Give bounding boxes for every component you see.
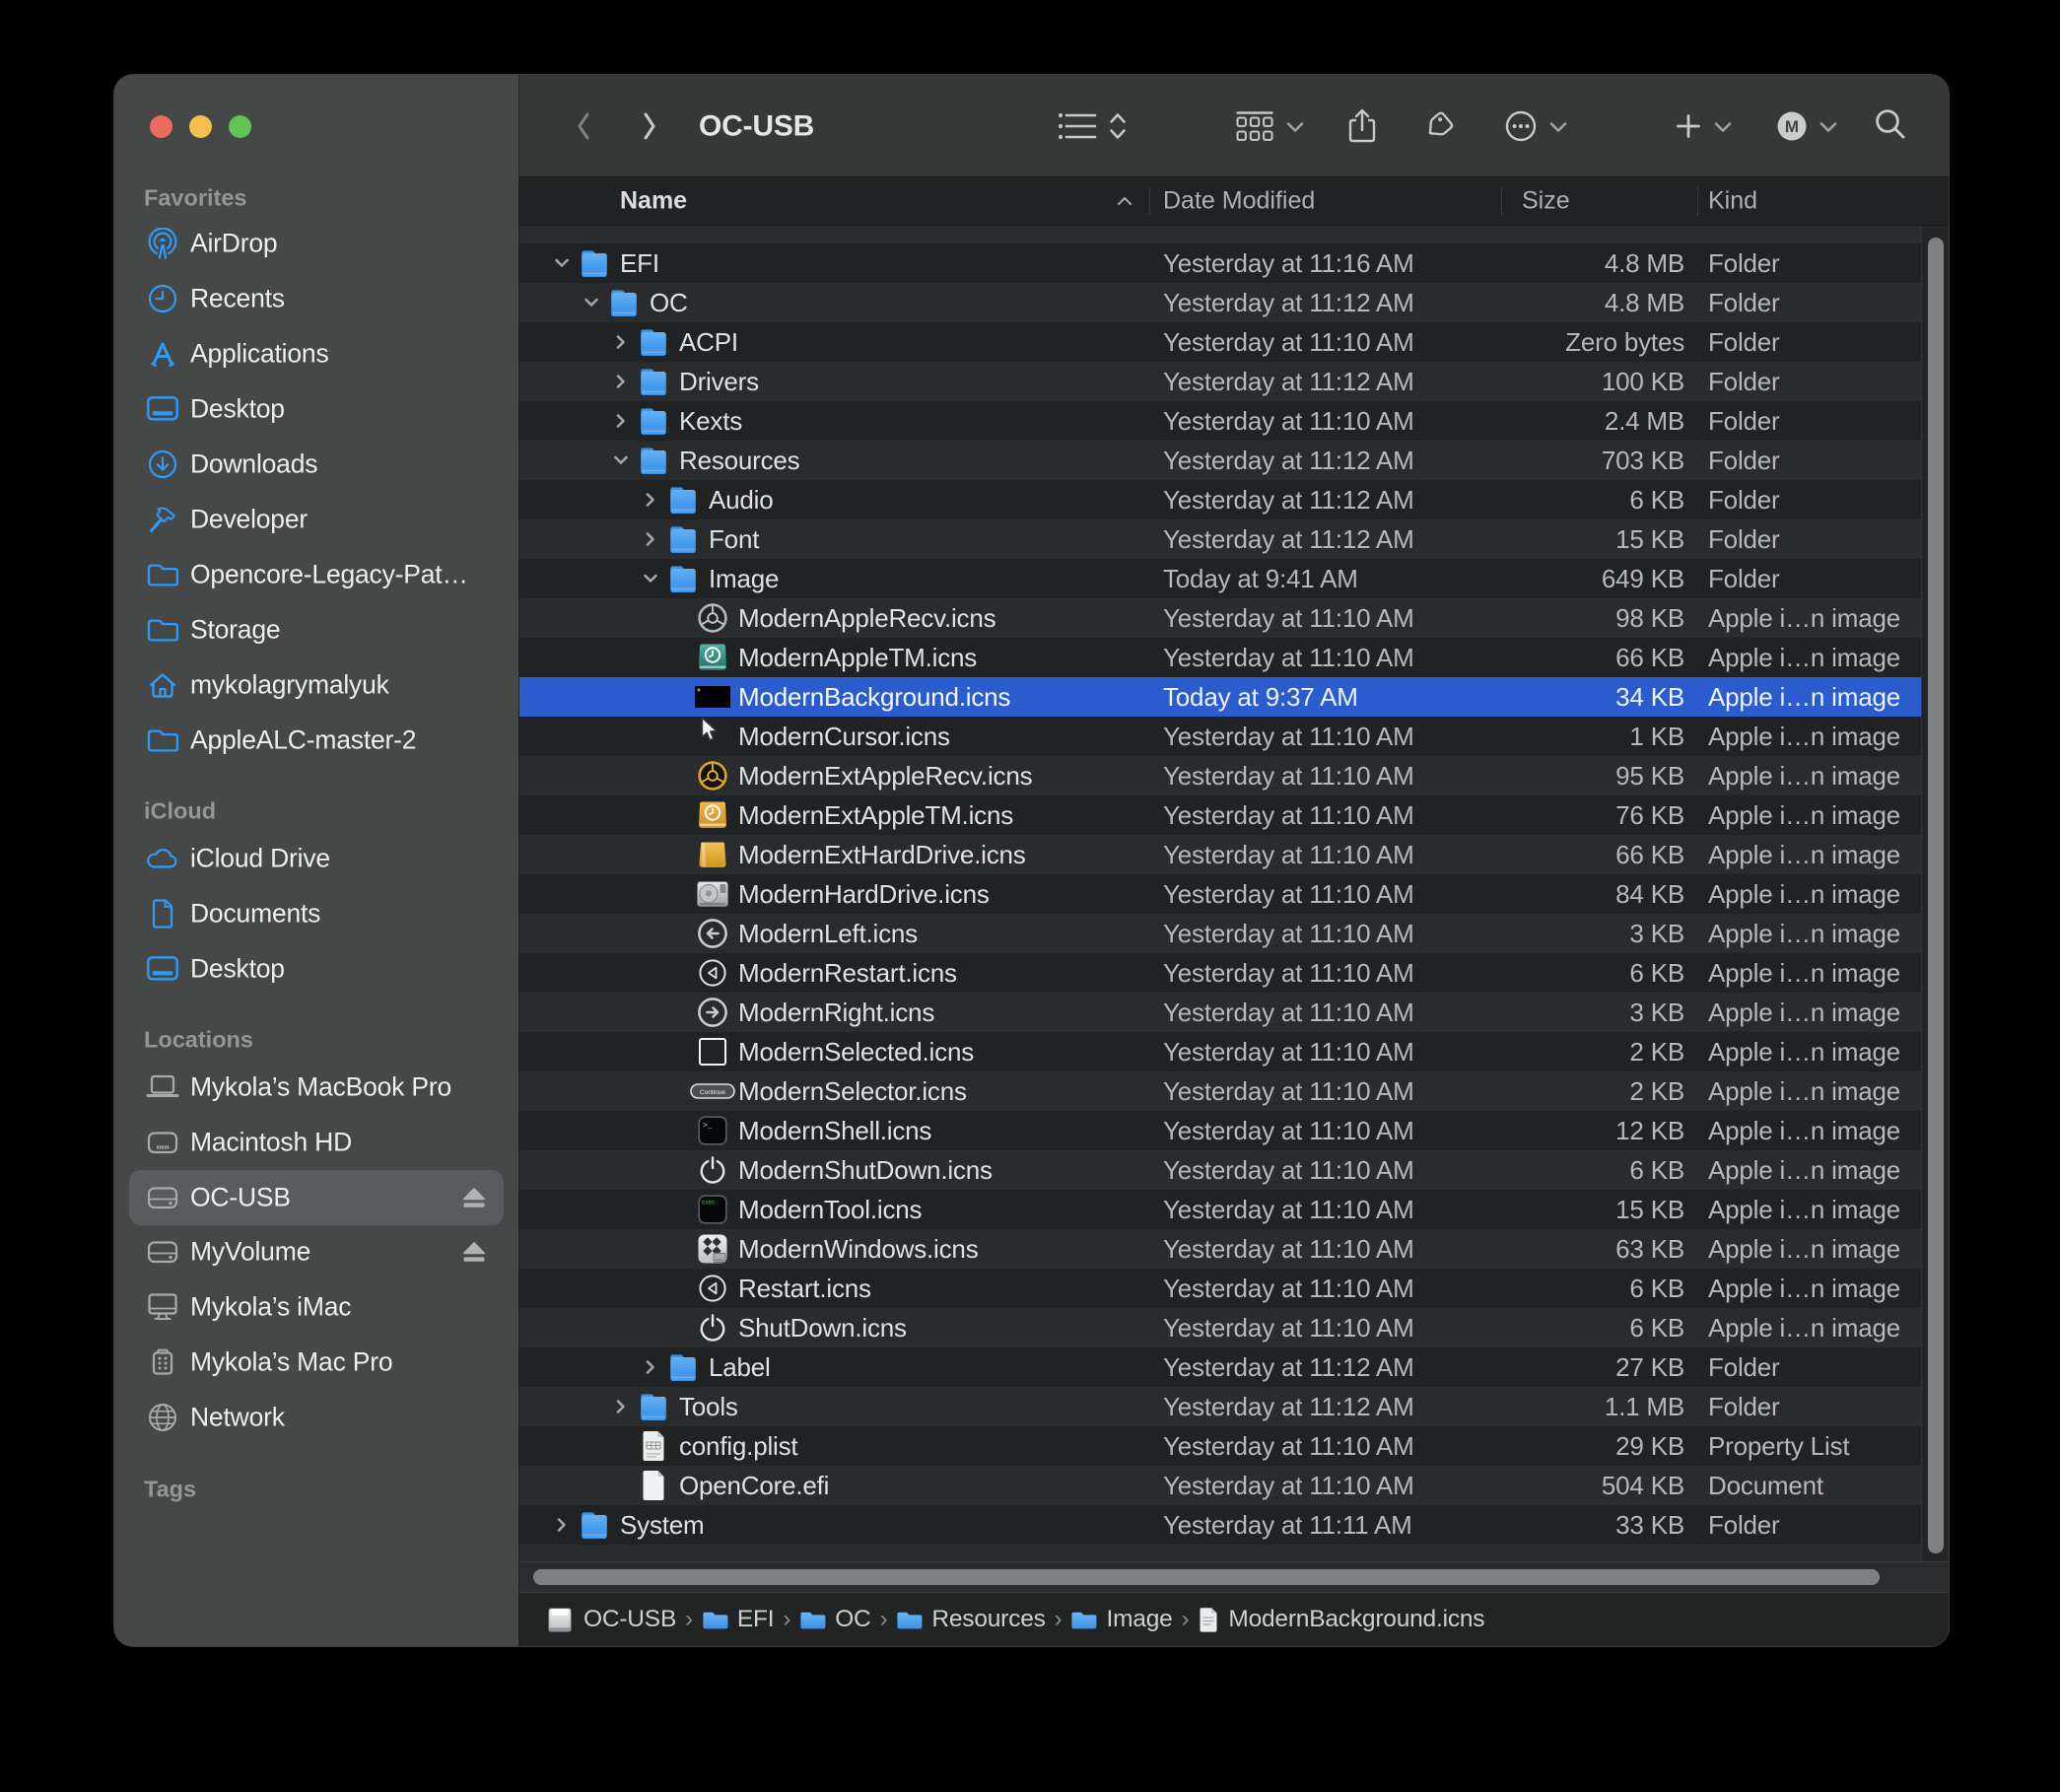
svg-text:Continue: Continue <box>700 1089 725 1096</box>
svg-text:EXEC: EXEC <box>702 1200 716 1206</box>
svg-text:M: M <box>1785 117 1799 136</box>
svg-text:>_: >_ <box>703 1122 713 1131</box>
